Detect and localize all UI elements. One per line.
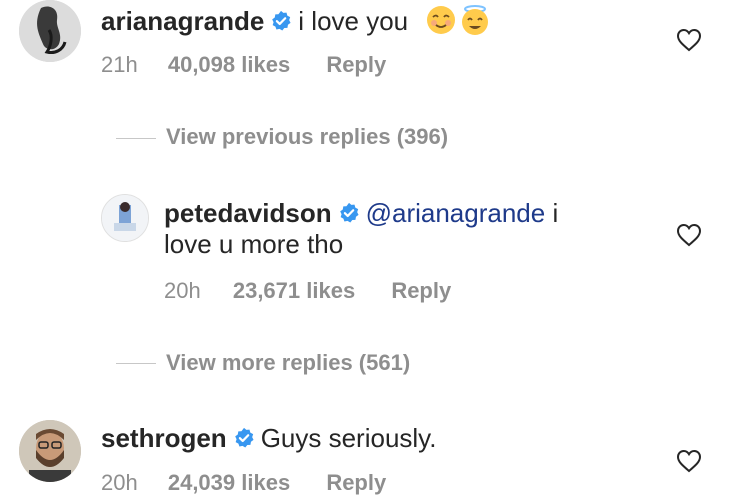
likes-count[interactable]: 24,039 likes	[168, 470, 290, 496]
replies-divider	[116, 138, 156, 139]
view-previous-replies-button[interactable]: View previous replies (396)	[166, 124, 448, 150]
comment-line-arianagrande: arianagrande i love you	[101, 4, 491, 42]
timestamp: 20h	[164, 278, 201, 303]
halo-face-emoji	[459, 4, 491, 42]
comment-meta-petedavidson: 20h 23,671 likes Reply	[164, 278, 451, 304]
verified-badge-icon	[233, 425, 255, 455]
comment-text-line2: love u more tho	[164, 229, 344, 259]
username-petedavidson[interactable]: petedavidson	[164, 198, 332, 228]
view-more-replies-button[interactable]: View more replies (561)	[166, 350, 410, 376]
comment-text: i	[545, 198, 559, 228]
avatar-sethrogen[interactable]	[19, 420, 81, 482]
reply-button[interactable]: Reply	[391, 278, 451, 304]
likes-count[interactable]: 23,671 likes	[233, 278, 355, 304]
smiling-face-emoji	[425, 4, 457, 42]
mention-link[interactable]: @arianagrande	[366, 198, 546, 228]
verified-badge-icon	[338, 200, 360, 230]
username-arianagrande[interactable]: arianagrande	[101, 6, 264, 36]
timestamp: 21h	[101, 52, 138, 77]
like-heart-icon[interactable]	[676, 449, 702, 473]
comment-text: Guys seriously.	[260, 423, 437, 453]
timestamp: 20h	[101, 470, 138, 495]
reply-button[interactable]: Reply	[326, 470, 386, 496]
username-sethrogen[interactable]: sethrogen	[101, 423, 227, 453]
avatar-arianagrande[interactable]	[19, 0, 81, 62]
like-heart-icon[interactable]	[676, 223, 702, 247]
replies-divider	[116, 363, 156, 364]
reply-button[interactable]: Reply	[326, 52, 386, 78]
verified-badge-icon	[270, 8, 292, 38]
comment-text: i love you	[298, 6, 409, 36]
comment-meta-arianagrande: 21h 40,098 likes Reply	[101, 52, 386, 78]
like-heart-icon[interactable]	[676, 28, 702, 52]
comment-line-sethrogen: sethrogen Guys seriously.	[101, 423, 436, 455]
comment-line-petedavidson: petedavidson @arianagrande i	[164, 198, 558, 230]
comment-meta-sethrogen: 20h 24,039 likes Reply	[101, 470, 386, 496]
avatar-petedavidson[interactable]	[101, 194, 149, 242]
likes-count[interactable]: 40,098 likes	[168, 52, 290, 78]
